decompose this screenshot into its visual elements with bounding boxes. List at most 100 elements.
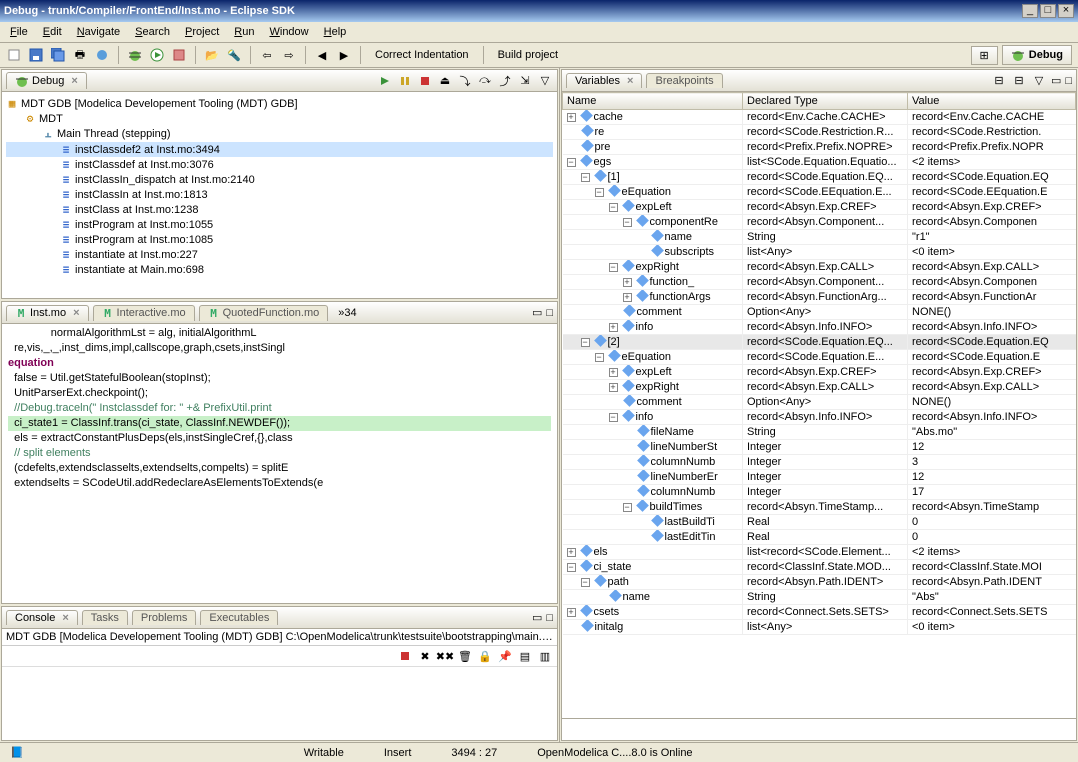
code-line[interactable]: re,vis,_,_,inst_dims,impl,callscope,grap… (8, 341, 551, 356)
step-over-icon[interactable]: ⤼ (477, 73, 493, 89)
expand-icon[interactable]: + (609, 383, 618, 392)
breakpoints-tab[interactable]: Breakpoints (646, 73, 722, 88)
stack-frame[interactable]: ≡ instantiate at Inst.mo:227 (6, 247, 553, 262)
variable-row[interactable]: subscriptslist<Any><0 item> (563, 245, 1076, 260)
variable-row[interactable]: −componentRerecord<Absyn.Component...rec… (563, 215, 1076, 230)
debug-tree[interactable]: ▦ MDT GDB [Modelica Developement Tooling… (2, 92, 557, 298)
maximize-view-icon[interactable]: □ (546, 307, 553, 319)
collapse-icon[interactable]: − (581, 338, 590, 347)
menu-run[interactable]: Run (228, 24, 260, 40)
expand-icon[interactable]: + (623, 278, 632, 287)
resume-icon[interactable] (377, 73, 393, 89)
close-icon[interactable]: × (71, 75, 77, 87)
remove-icon[interactable]: ✖ (417, 648, 433, 664)
code-line[interactable]: // split elements (8, 446, 551, 461)
tasks-tab[interactable]: Tasks (82, 610, 128, 625)
drop-frame-icon[interactable]: ⇲ (517, 73, 533, 89)
variable-row[interactable]: rerecord<SCode.Restriction.R...record<SC… (563, 125, 1076, 140)
run-icon[interactable] (149, 47, 165, 63)
print-icon[interactable]: 🖶 (72, 47, 88, 63)
variable-row[interactable]: nameString"Abs" (563, 590, 1076, 605)
collapse-icon[interactable]: − (581, 173, 590, 182)
variable-row[interactable]: −egslist<SCode.Equation.Equatio...<2 ite… (563, 155, 1076, 170)
console-output[interactable] (2, 667, 557, 740)
variable-row[interactable]: commentOption<Any>NONE() (563, 395, 1076, 410)
code-line[interactable]: ci_state1 = ClassInf.trans(ci_state, Cla… (8, 416, 551, 431)
variable-row[interactable]: −[2]record<SCode.Equation.EQ...record<SC… (563, 335, 1076, 350)
variable-row[interactable]: +elslist<record<SCode.Element...<2 items… (563, 545, 1076, 560)
variable-row[interactable]: lastBuildTiReal0 (563, 515, 1076, 530)
debug-perspective-button[interactable]: Debug (1002, 45, 1072, 65)
close-icon[interactable]: × (73, 307, 79, 319)
collapse-icon[interactable]: − (581, 578, 590, 587)
show-type-icon[interactable]: ⊟ (991, 73, 1007, 89)
close-icon[interactable]: × (627, 75, 633, 87)
collapse-icon[interactable]: − (567, 563, 576, 572)
collapse-icon[interactable]: − (609, 413, 618, 422)
editor-tab-1[interactable]: MInteractive.mo (93, 305, 195, 321)
variable-row[interactable]: −expRightrecord<Absyn.Exp.CALL>record<Ab… (563, 260, 1076, 275)
breakpoint-icon[interactable] (94, 47, 110, 63)
variables-tab[interactable]: Variables× (566, 73, 642, 88)
collapse-icon[interactable]: − (623, 503, 632, 512)
variable-row[interactable]: +function_record<Absyn.Component...recor… (563, 275, 1076, 290)
code-line[interactable]: (cdefelts,extendsclasselts,extendselts,c… (8, 461, 551, 476)
expand-icon[interactable]: + (567, 113, 576, 122)
expand-icon[interactable]: + (609, 323, 618, 332)
code-line[interactable]: equation (8, 356, 551, 371)
detail-pane[interactable] (562, 718, 1076, 740)
variable-row[interactable]: −eEquationrecord<SCode.EEquation.E...rec… (563, 185, 1076, 200)
maximize-view-icon[interactable]: □ (546, 612, 553, 624)
editor-tab-2[interactable]: MQuotedFunction.mo (199, 305, 329, 321)
clear-console-icon[interactable]: 🗑 (457, 648, 473, 664)
stack-frame[interactable]: ⚙ MDT (6, 111, 553, 126)
variable-row[interactable]: columnNumbInteger17 (563, 485, 1076, 500)
close-icon[interactable]: × (62, 612, 68, 624)
terminate-icon[interactable] (397, 648, 413, 664)
forward-icon[interactable]: ▶ (336, 47, 352, 63)
more-tabs[interactable]: »34 (338, 307, 356, 319)
expand-icon[interactable]: + (567, 608, 576, 617)
collapse-icon[interactable]: − (567, 158, 576, 167)
variable-row[interactable]: nameString"r1" (563, 230, 1076, 245)
search-icon[interactable]: 🔦 (226, 47, 242, 63)
console-tab[interactable]: Console× (6, 610, 78, 625)
code-line[interactable]: normalAlgorithmLst = alg, initialAlgorit… (8, 326, 551, 341)
problems-tab[interactable]: Problems (132, 610, 196, 625)
variables-table[interactable]: Name Declared Type Value +cacherecord<En… (562, 92, 1076, 635)
menu-window[interactable]: Window (263, 24, 314, 40)
variable-row[interactable]: −inforecord<Absyn.Info.INFO>record<Absyn… (563, 410, 1076, 425)
pin-icon[interactable]: 📌 (497, 648, 513, 664)
variable-row[interactable]: +expRightrecord<Absyn.Exp.CALL>record<Ab… (563, 380, 1076, 395)
variable-row[interactable]: prerecord<Prefix.Prefix.NOPRE>record<Pre… (563, 140, 1076, 155)
variable-row[interactable]: −ci_staterecord<ClassInf.State.MOD...rec… (563, 560, 1076, 575)
maximize-view-icon[interactable]: □ (1065, 75, 1072, 87)
editor-tab-0[interactable]: MInst.mo× (6, 305, 89, 321)
code-line[interactable]: extendselts = SCodeUtil.addRedeclareAsEl… (8, 476, 551, 491)
code-editor[interactable]: normalAlgorithmLst = alg, initialAlgorit… (2, 324, 557, 603)
correct-indentation-button[interactable]: Correct Indentation (369, 47, 475, 63)
debug-tab[interactable]: Debug × (6, 72, 87, 89)
collapse-icon[interactable]: − (595, 353, 604, 362)
stack-frame[interactable]: ≡ instProgram at Inst.mo:1055 (6, 217, 553, 232)
col-type[interactable]: Declared Type (743, 93, 908, 110)
stack-frame[interactable]: ⫠ Main Thread (stepping) (6, 126, 553, 142)
menu-search[interactable]: Search (129, 24, 176, 40)
close-button[interactable]: × (1058, 4, 1074, 18)
variable-row[interactable]: +functionArgsrecord<Absyn.FunctionArg...… (563, 290, 1076, 305)
terminate-icon[interactable] (417, 73, 433, 89)
run-ext-icon[interactable] (171, 47, 187, 63)
variable-row[interactable]: +inforecord<Absyn.Info.INFO>record<Absyn… (563, 320, 1076, 335)
stack-frame[interactable]: ≡ instClassdef at Inst.mo:3076 (6, 157, 553, 172)
variable-row[interactable]: +expLeftrecord<Absyn.Exp.CREF>record<Abs… (563, 365, 1076, 380)
collapse-icon[interactable]: − (595, 188, 604, 197)
expand-icon[interactable]: + (609, 368, 618, 377)
variable-row[interactable]: +cacherecord<Env.Cache.CACHE>record<Env.… (563, 110, 1076, 125)
open-type-icon[interactable]: 📂 (204, 47, 220, 63)
variable-row[interactable]: +csetsrecord<Connect.Sets.SETS>record<Co… (563, 605, 1076, 620)
collapse-icon[interactable]: − (623, 218, 632, 227)
menu-navigate[interactable]: Navigate (71, 24, 126, 40)
next-annotation-icon[interactable]: ⇨ (281, 47, 297, 63)
code-line[interactable]: false = Util.getStatefulBoolean(stopInst… (8, 371, 551, 386)
variable-row[interactable]: commentOption<Any>NONE() (563, 305, 1076, 320)
